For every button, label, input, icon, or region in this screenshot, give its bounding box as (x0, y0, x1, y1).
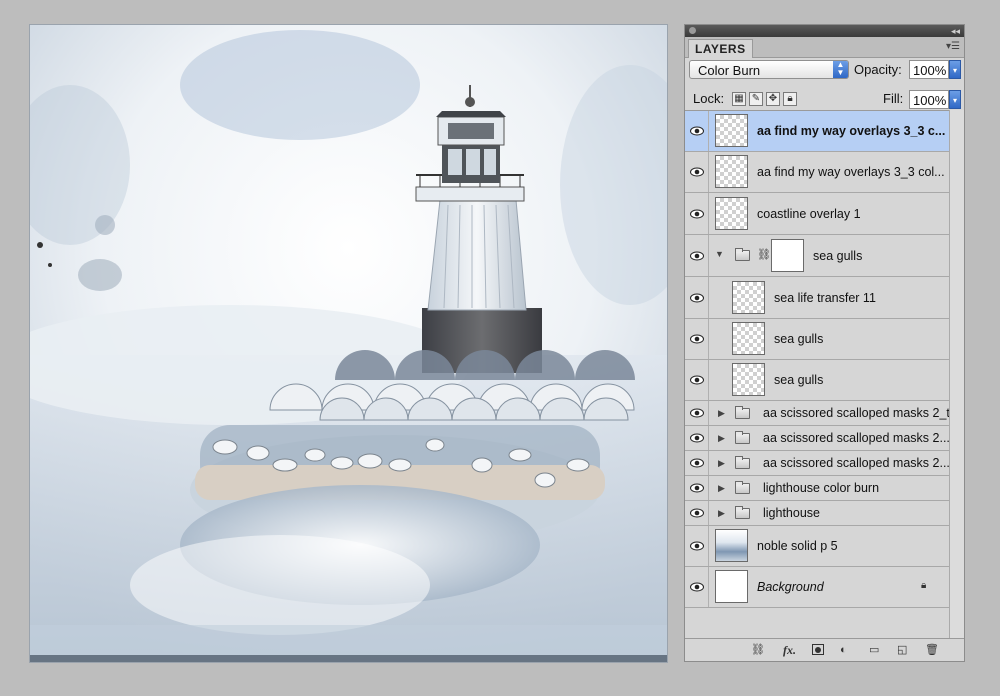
fill-label: Fill: (883, 91, 904, 106)
new-layer-icon[interactable]: ◱ (897, 643, 907, 657)
panel-bottom-toolbar: ⛓︎ fx. ◐ ▭ ◱ 🗑︎ (685, 638, 964, 661)
layers-panel: ◂◂ LAYERS ▾☰ Color Burn ▲ ▼ Opacity: 100%… (684, 24, 965, 662)
layer-thumbnail[interactable] (715, 197, 748, 230)
folder-icon (735, 456, 750, 469)
panel-tabbar: LAYERS ▾☰ (685, 37, 964, 58)
fx-icon[interactable]: fx. (783, 643, 796, 657)
layer-group-row[interactable]: ▶ aa scissored scalloped masks 2... (685, 451, 950, 476)
layer-row[interactable]: aa find my way overlays 3_3 col... (685, 152, 949, 193)
mask-icon[interactable] (812, 644, 824, 655)
fill-dropdown-icon[interactable]: ▾ (949, 90, 961, 109)
layer-name[interactable]: aa scissored scalloped masks 2... (763, 456, 950, 470)
panel-titlebar[interactable]: ◂◂ (685, 25, 964, 37)
document-canvas[interactable] (30, 25, 667, 662)
layer-thumbnail[interactable] (715, 114, 748, 147)
visibility-eye-icon[interactable] (685, 152, 709, 192)
layer-group-row[interactable]: ▼ ⛓︎ sea gulls (685, 235, 949, 277)
folder-icon (735, 481, 750, 494)
lock-icon: 🔒︎ (921, 580, 927, 591)
layer-row[interactable]: aa find my way overlays 3_3 c... (685, 111, 949, 152)
visibility-eye-icon[interactable] (685, 401, 709, 425)
layer-group-row[interactable]: ▶ aa scissored scalloped masks 2... (685, 426, 950, 451)
visibility-eye-icon[interactable] (685, 193, 709, 234)
panel-collapse-icon[interactable]: ◂◂ (951, 25, 960, 37)
blend-row: Color Burn ▲ ▼ Opacity: 100% ▾ (689, 60, 961, 82)
layer-group-row[interactable]: ▶ lighthouse (685, 501, 949, 526)
layer-name[interactable]: aa scissored scalloped masks 2... (763, 431, 950, 445)
layer-name[interactable]: sea life transfer 11 (774, 291, 876, 305)
panel-close-button[interactable] (689, 27, 696, 34)
layer-thumbnail[interactable] (715, 155, 748, 188)
visibility-eye-icon[interactable] (685, 501, 709, 525)
visibility-eye-icon[interactable] (685, 235, 709, 276)
select-arrow-icon: ▲ ▼ (833, 61, 848, 78)
chain-link-icon[interactable]: ⛓︎ (757, 248, 771, 261)
expand-triangle-icon[interactable]: ▶ (718, 458, 725, 469)
visibility-eye-icon[interactable] (685, 476, 709, 500)
layer-row[interactable]: sea life transfer 11 (685, 277, 949, 319)
visibility-eye-icon[interactable] (685, 360, 709, 400)
folder-icon (735, 406, 750, 419)
lock-image-icon[interactable]: ✎ (749, 92, 763, 106)
visibility-eye-icon[interactable] (685, 451, 709, 475)
layer-name[interactable]: sea gulls (774, 332, 823, 346)
visibility-eye-icon[interactable] (685, 526, 709, 566)
layer-group-row[interactable]: ▶ lighthouse color burn (685, 476, 949, 501)
lock-position-icon[interactable]: ✥ (766, 92, 780, 106)
artwork-image (30, 25, 667, 662)
opacity-dropdown-icon[interactable]: ▾ (949, 60, 961, 79)
layer-thumbnail[interactable] (732, 322, 765, 355)
opacity-label: Opacity: (854, 62, 902, 77)
visibility-eye-icon[interactable] (685, 277, 709, 318)
fill-field[interactable]: 100% (909, 90, 949, 109)
folder-icon (735, 248, 750, 261)
expand-triangle-icon[interactable]: ▶ (718, 508, 725, 519)
panel-menu-icon[interactable]: ▾☰ (946, 41, 960, 52)
folder-icon (735, 506, 750, 519)
layer-name[interactable]: sea gulls (774, 373, 823, 387)
layer-thumbnail[interactable] (715, 570, 748, 603)
layer-name[interactable]: aa find my way overlays 3_3 c... (757, 124, 945, 138)
visibility-eye-icon[interactable] (685, 567, 709, 607)
layer-thumbnail[interactable] (715, 529, 748, 562)
layer-mask-thumbnail[interactable] (771, 239, 804, 272)
layer-row[interactable]: sea gulls (685, 319, 949, 360)
new-group-icon[interactable]: ▭ (869, 643, 879, 657)
layer-name[interactable]: aa find my way overlays 3_3 col... (757, 165, 945, 179)
blend-mode-value: Color Burn (698, 63, 761, 78)
layer-row[interactable]: coastline overlay 1 (685, 193, 949, 235)
layer-row[interactable]: Background 🔒︎ (685, 567, 949, 608)
expand-triangle-icon[interactable]: ▶ (718, 483, 725, 494)
opacity-field[interactable]: 100% (909, 60, 949, 79)
trash-icon[interactable]: 🗑︎ (925, 643, 939, 657)
lock-transparent-icon[interactable]: ▦ (732, 92, 746, 106)
layer-name[interactable]: coastline overlay 1 (757, 207, 861, 221)
layer-name[interactable]: Background (757, 580, 824, 594)
visibility-eye-icon[interactable] (685, 111, 709, 151)
folder-icon (735, 431, 750, 444)
adjustment-icon[interactable]: ◐ (840, 643, 847, 657)
expand-triangle-icon[interactable]: ▶ (718, 433, 725, 444)
lock-all-icon[interactable]: 🔒︎ (783, 92, 797, 106)
layer-group-row[interactable]: ▶ aa scissored scalloped masks 2_t (685, 401, 950, 426)
layer-name[interactable]: noble solid p 5 (757, 539, 838, 553)
lock-label: Lock: (693, 91, 725, 106)
layer-name[interactable]: lighthouse color burn (763, 481, 879, 495)
visibility-eye-icon[interactable] (685, 319, 709, 359)
layers-scrollbar[interactable] (949, 110, 964, 640)
layer-list: aa find my way overlays 3_3 c... aa find… (685, 110, 950, 641)
expand-triangle-icon[interactable]: ▶ (718, 408, 725, 419)
layer-thumbnail[interactable] (732, 363, 765, 396)
layer-name[interactable]: lighthouse (763, 506, 820, 520)
visibility-eye-icon[interactable] (685, 426, 709, 450)
expand-triangle-icon[interactable]: ▼ (715, 249, 724, 259)
layer-row[interactable]: noble solid p 5 (685, 526, 949, 567)
blend-mode-select[interactable]: Color Burn ▲ ▼ (689, 60, 849, 79)
tab-layers[interactable]: LAYERS (688, 39, 753, 58)
layer-thumbnail[interactable] (732, 281, 765, 314)
layer-name[interactable]: sea gulls (813, 249, 862, 263)
layer-name[interactable]: aa scissored scalloped masks 2_t (763, 406, 950, 420)
link-icon[interactable]: ⛓︎ (751, 643, 765, 657)
layer-row[interactable]: sea gulls (685, 360, 949, 401)
